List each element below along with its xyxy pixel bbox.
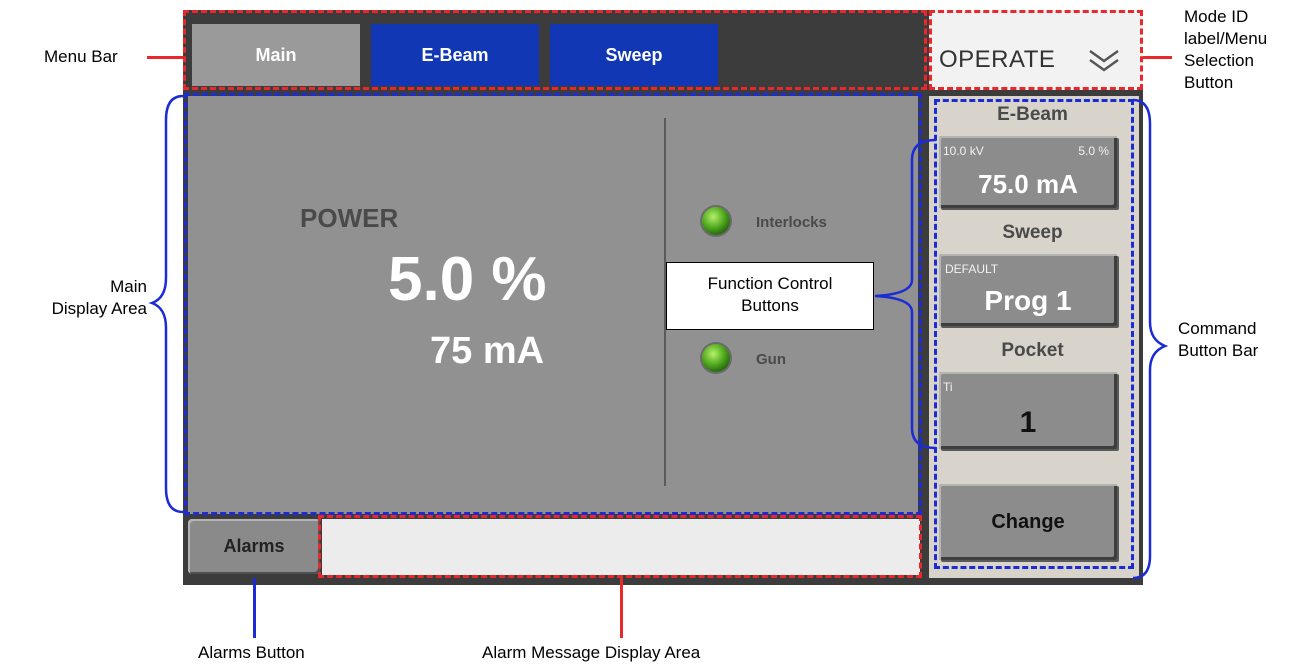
annotation-braces	[148, 94, 1169, 580]
alarms-button-callout: Alarms Button	[198, 643, 305, 662]
function-control-callout: Function Control Buttons	[666, 262, 874, 330]
mode-id-callout: Mode ID label/Menu Selection Button	[1184, 6, 1267, 94]
menu-bar-callout: Menu Bar	[44, 47, 118, 66]
command-bar-callout: Command Button Bar	[1178, 318, 1258, 362]
mode-id-text-3: Selection	[1184, 51, 1254, 70]
mode-id-text-2: label/Menu	[1184, 29, 1268, 48]
command-bar-text-2: Button Bar	[1178, 341, 1259, 360]
mode-id-text-1: Mode ID	[1184, 7, 1249, 26]
main-display-text-2: Display Area	[51, 299, 147, 318]
main-display-text-1: Main	[110, 277, 147, 296]
main-display-brace	[148, 94, 184, 514]
mode-id-text-4: Button	[1184, 73, 1234, 92]
main-display-callout: Main Display Area	[5, 276, 147, 320]
function-control-text-2: Buttons	[741, 296, 799, 315]
function-control-brace	[874, 138, 937, 450]
function-control-text-1: Function Control	[707, 274, 833, 293]
command-bar-brace	[1132, 98, 1169, 580]
alarm-message-callout: Alarm Message Display Area	[482, 643, 701, 662]
command-bar-text-1: Command	[1178, 319, 1257, 338]
